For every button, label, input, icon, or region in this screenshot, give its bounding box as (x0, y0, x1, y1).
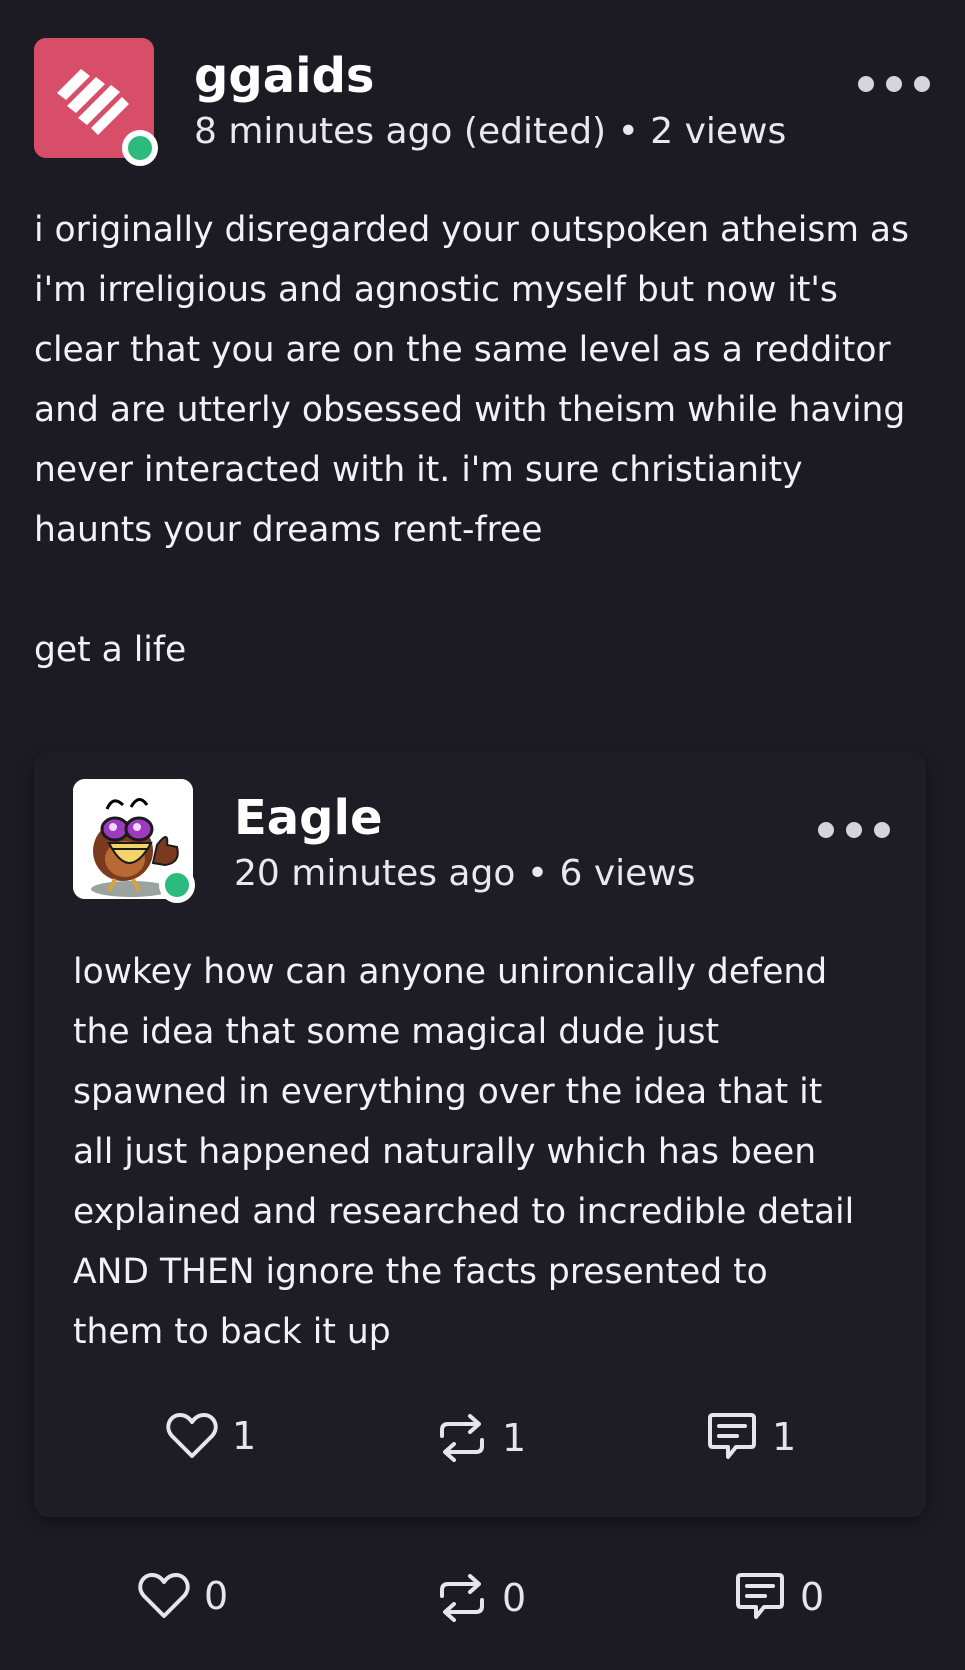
comment-icon (736, 1573, 784, 1619)
post-body: i originally disregarded your outspoken … (34, 210, 910, 670)
quoted-post-card[interactable]: Eagle 20 minutes ago • 6 views lowkey ho… (34, 752, 926, 1517)
more-dots-icon[interactable] (854, 72, 934, 96)
quoted-more-dots-icon[interactable] (814, 818, 894, 842)
quoted-comment-button[interactable]: 1 (706, 1412, 796, 1462)
like-button[interactable]: 0 (138, 1572, 228, 1620)
quoted-author-name[interactable]: Eagle (234, 790, 383, 846)
quoted-repost-count: 1 (502, 1416, 527, 1460)
post: ggaids 8 minutes ago (edited) • 2 views … (0, 0, 965, 1670)
quoted-meta-separator: • (526, 853, 549, 894)
repost-icon (440, 1414, 484, 1462)
quoted-avatar[interactable] (73, 779, 195, 903)
quoted-post-body: lowkey how can anyone unironically defen… (73, 952, 855, 1352)
repost-icon (440, 1574, 484, 1622)
repost-count: 0 (502, 1576, 527, 1620)
post-time: 8 minutes ago (edited) (194, 111, 607, 152)
quoted-online-status-dot (159, 867, 195, 903)
post-author-name[interactable]: ggaids (194, 48, 375, 104)
quoted-comment-count: 1 (772, 1415, 797, 1459)
quoted-like-count: 1 (232, 1414, 257, 1458)
heart-icon (166, 1413, 218, 1458)
like-count: 0 (204, 1574, 229, 1618)
post-meta: 8 minutes ago (edited) • 2 views (194, 110, 786, 154)
meta-separator: • (617, 111, 639, 152)
comment-button[interactable]: 0 (734, 1572, 824, 1622)
heart-icon (138, 1573, 190, 1618)
quoted-post-views: 6 views (559, 853, 696, 894)
post-views: 2 views (650, 111, 787, 152)
quoted-post-time: 20 minutes ago (234, 853, 516, 894)
quoted-like-button[interactable]: 1 (166, 1412, 256, 1460)
repost-button[interactable]: 0 (436, 1572, 526, 1624)
quoted-post-meta: 20 minutes ago • 6 views (234, 852, 696, 896)
comment-count: 0 (800, 1575, 825, 1619)
quoted-repost-button[interactable]: 1 (436, 1412, 526, 1464)
comment-icon (708, 1413, 756, 1459)
online-status-dot (122, 130, 158, 166)
avatar[interactable] (34, 38, 158, 166)
